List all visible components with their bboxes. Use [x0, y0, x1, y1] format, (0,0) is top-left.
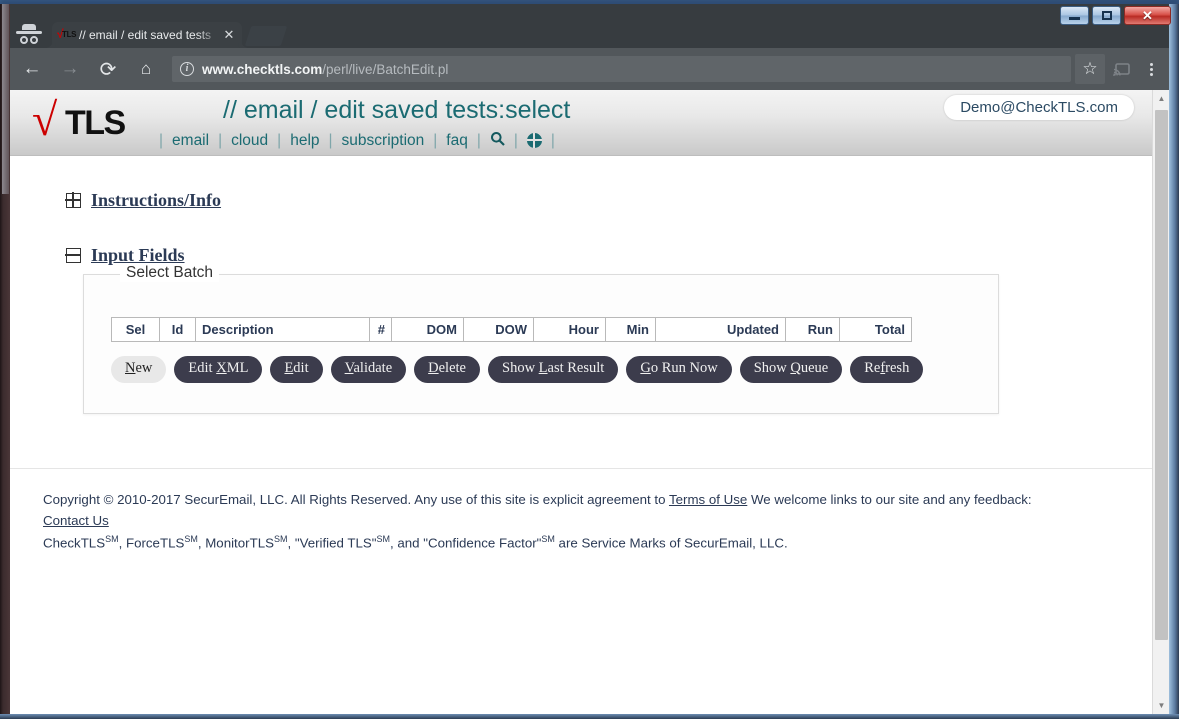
refresh-button[interactable]: Refresh — [850, 356, 924, 383]
site-nav: | email | cloud | help | subscription | … — [150, 131, 564, 150]
go-run-now-button[interactable]: Go Run Now — [626, 356, 732, 383]
globe-icon[interactable] — [526, 133, 542, 148]
section-title-instructions[interactable]: Instructions/Info — [91, 190, 221, 211]
nav-separator: | — [277, 131, 282, 149]
browser-tab[interactable]: √ TLS // email / edit saved tests ✕ — [52, 22, 242, 48]
web-page: √ TLS // email / edit saved tests:select… — [10, 90, 1152, 714]
url-host: www.checktls.com — [202, 61, 323, 77]
feedback-text: We welcome links to our site and any fee… — [747, 491, 1032, 507]
nav-item-help[interactable]: help — [290, 132, 319, 150]
section-input-fields[interactable]: Input Fields — [10, 245, 1152, 266]
nav-separator: | — [550, 131, 555, 149]
scroll-up-icon[interactable]: ▲ — [1153, 90, 1169, 107]
new-tab-button[interactable] — [244, 26, 288, 46]
column-header-updated[interactable]: Updated — [655, 317, 786, 342]
bookmark-star-icon[interactable]: ☆ — [1075, 54, 1105, 84]
reload-button[interactable]: ⟳ — [92, 53, 124, 85]
page-info-icon[interactable]: i — [180, 62, 194, 76]
scrollbar-thumb[interactable] — [1155, 110, 1168, 640]
page-scrollbar[interactable]: ▲ ▼ — [1152, 90, 1169, 714]
browser-window: ✕ √ TLS // email / edit saved tests ✕ ← … — [0, 4, 1179, 719]
tab-strip: √ TLS // email / edit saved tests ✕ — [0, 4, 1179, 48]
column-header-dow[interactable]: DOW — [463, 317, 534, 342]
url-path: /perl/live/BatchEdit.pl — [322, 61, 449, 77]
logo-check-icon: √ — [32, 94, 58, 145]
show-queue-button[interactable]: Show Queue — [739, 356, 843, 383]
batch-table: Sel Id Description # DOM DOW Hour Min Up… — [111, 317, 912, 342]
select-batch-panel: Select Batch Sel Id Description # DOM DO… — [83, 264, 999, 414]
logo-text: TLS — [65, 104, 126, 142]
tab-title: // email / edit saved tests — [79, 28, 212, 42]
expand-icon[interactable] — [65, 192, 81, 208]
table-header-row: Sel Id Description # DOM DOW Hour Min Up… — [111, 317, 912, 342]
scroll-down-icon[interactable]: ▼ — [1153, 697, 1169, 714]
column-header-count[interactable]: # — [369, 317, 392, 342]
close-window-button[interactable]: ✕ — [1124, 6, 1171, 25]
page-viewport: √ TLS // email / edit saved tests:select… — [10, 90, 1169, 714]
user-account-badge[interactable]: Demo@CheckTLS.com — [944, 95, 1134, 120]
column-header-description[interactable]: Description — [195, 317, 370, 342]
forward-button[interactable]: → — [54, 53, 86, 85]
terms-of-use-link[interactable]: Terms of Use — [669, 492, 747, 507]
page-footer: Copyright © 2010-2017 SecurEmail, LLC. A… — [10, 467, 1152, 554]
edit-xml-button[interactable]: Edit XML — [174, 356, 263, 383]
edit-button[interactable]: Edit — [270, 356, 323, 383]
address-bar[interactable]: i www.checktls.com /perl/live/BatchEdit.… — [172, 56, 1071, 82]
column-header-hour[interactable]: Hour — [533, 317, 606, 342]
show-last-result-button[interactable]: Show Last Result — [488, 356, 619, 383]
tls-favicon-icon: √ TLS — [57, 27, 77, 41]
column-header-run[interactable]: Run — [785, 317, 840, 342]
contact-us-link[interactable]: Contact Us — [43, 513, 109, 528]
section-instructions-info[interactable]: Instructions/Info — [10, 190, 1152, 211]
window-controls: ✕ — [1060, 6, 1171, 25]
footer-divider — [10, 467, 1152, 469]
minimize-icon — [1069, 17, 1080, 20]
nav-separator: | — [476, 131, 481, 149]
nav-separator: | — [513, 131, 518, 149]
copyright-text: Copyright © 2010-2017 SecurEmail, LLC. A… — [43, 491, 669, 507]
page-title: // email / edit saved tests:select — [223, 96, 571, 124]
minimize-button[interactable] — [1060, 6, 1089, 25]
cast-icon[interactable] — [1107, 55, 1135, 83]
delete-button[interactable]: Delete — [414, 356, 480, 383]
window-frame-right — [1169, 4, 1179, 719]
panel-legend: Select Batch — [120, 264, 220, 282]
nav-item-subscription[interactable]: subscription — [342, 132, 425, 150]
browser-toolbar: ← → ⟳ ⌂ i www.checktls.com /perl/live/Ba… — [10, 48, 1169, 90]
maximize-restore-button[interactable] — [1092, 6, 1121, 25]
service-marks-text: CheckTLSSM, ForceTLSSM, MonitorTLSSM, "V… — [43, 534, 788, 551]
nav-item-cloud[interactable]: cloud — [231, 132, 268, 150]
browser-menu-icon[interactable] — [1137, 54, 1165, 84]
new-button[interactable]: New — [111, 356, 167, 383]
column-header-id[interactable]: Id — [159, 317, 196, 342]
checktls-logo[interactable]: √ TLS — [32, 96, 132, 144]
main-content: Instructions/Info Input Fields Select Ba… — [10, 190, 1152, 554]
nav-separator: | — [433, 131, 438, 149]
batch-action-buttons: New Edit XML Edit Validate Delete Show L… — [111, 356, 974, 383]
column-header-dom[interactable]: DOM — [391, 317, 464, 342]
close-icon: ✕ — [1142, 7, 1153, 23]
nav-separator: | — [328, 131, 333, 149]
column-header-sel[interactable]: Sel — [111, 317, 160, 342]
site-header: √ TLS // email / edit saved tests:select… — [10, 90, 1152, 156]
tab-close-icon[interactable]: ✕ — [222, 28, 236, 42]
back-button[interactable]: ← — [16, 53, 48, 85]
nav-item-faq[interactable]: faq — [446, 132, 468, 150]
validate-button[interactable]: Validate — [330, 356, 407, 383]
window-frame-bottom — [0, 714, 1179, 719]
column-header-total[interactable]: Total — [839, 317, 912, 342]
restore-icon — [1101, 11, 1112, 20]
column-header-min[interactable]: Min — [605, 317, 656, 342]
nav-item-email[interactable]: email — [172, 132, 209, 150]
search-icon[interactable] — [490, 131, 505, 150]
section-title-input-fields[interactable]: Input Fields — [91, 245, 185, 266]
nav-separator: | — [159, 131, 164, 149]
window-frame-left — [0, 4, 10, 719]
home-button[interactable]: ⌂ — [130, 53, 162, 85]
nav-separator: | — [218, 131, 223, 149]
collapse-icon[interactable] — [65, 248, 81, 263]
